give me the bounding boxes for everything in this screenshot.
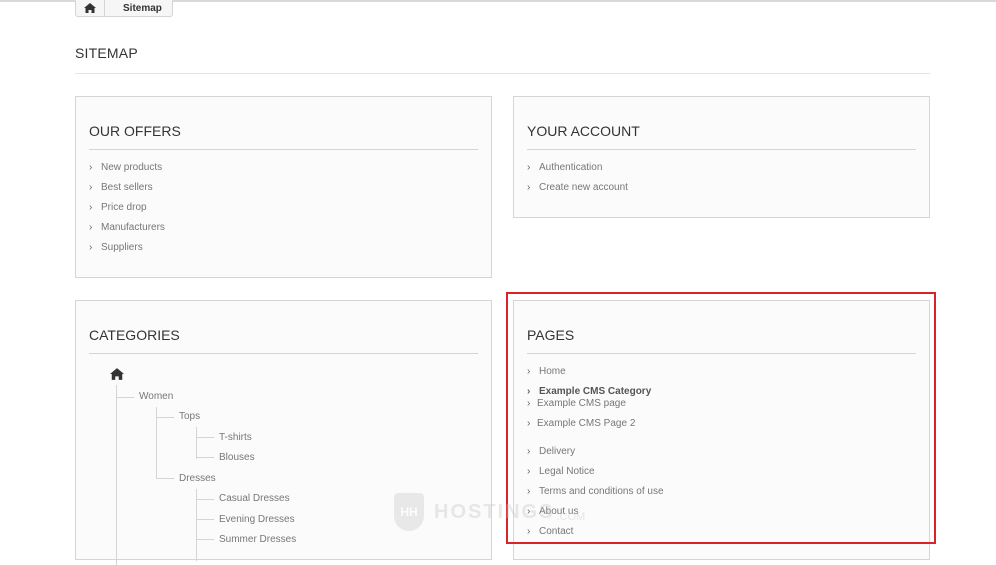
our-offers-box: OUR OFFERS › New products › Best sellers ›… xyxy=(75,96,492,278)
shield-logo-icon: HH xyxy=(394,493,424,531)
divider xyxy=(527,149,916,150)
account-item-create-account[interactable]: › Create new account xyxy=(527,181,628,201)
divider xyxy=(89,149,478,150)
chevron-right-icon: › xyxy=(527,162,531,173)
category-blouses[interactable]: Blouses xyxy=(219,452,255,463)
chevron-right-icon: › xyxy=(89,182,93,193)
chevron-right-icon: › xyxy=(89,202,93,213)
offer-item-suppliers[interactable]: › Suppliers xyxy=(89,241,165,261)
breadcrumb: Sitemap xyxy=(75,0,173,17)
category-evening-dresses[interactable]: Evening Dresses xyxy=(219,514,295,525)
offer-item-new-products[interactable]: › New products xyxy=(89,161,165,181)
category-women[interactable]: Women xyxy=(139,391,173,402)
account-item-authentication[interactable]: › Authentication xyxy=(527,161,628,181)
watermark-brand: HOSTINGS xyxy=(434,500,555,523)
category-casual-dresses[interactable]: Casual Dresses xyxy=(219,493,290,504)
offer-item-price-drop[interactable]: › Price drop xyxy=(89,201,165,221)
tree-line xyxy=(196,519,214,520)
tree-line xyxy=(196,437,214,438)
category-dresses[interactable]: Dresses xyxy=(179,473,216,484)
category-tops[interactable]: Tops xyxy=(179,411,200,422)
tree-line xyxy=(156,478,174,479)
tree-line xyxy=(116,385,117,565)
page-title: SITEMAP xyxy=(75,45,138,61)
tree-line xyxy=(156,417,174,418)
home-icon xyxy=(84,3,96,13)
offer-item-best-sellers[interactable]: › Best sellers xyxy=(89,181,165,201)
chevron-right-icon: › xyxy=(89,242,93,253)
breadcrumb-home-link[interactable] xyxy=(76,0,105,16)
tree-line xyxy=(196,427,197,459)
category-tshirts[interactable]: T-shirts xyxy=(219,432,252,443)
title-divider xyxy=(75,73,930,74)
watermark: HH HOSTINGS .COM xyxy=(394,493,585,531)
chevron-right-icon: › xyxy=(527,182,531,193)
your-account-box: YOUR ACCOUNT › Authentication › Create new… xyxy=(513,96,930,218)
account-list: › Authentication › Create new account xyxy=(527,161,628,201)
offers-list: › New products › Best sellers › Price drop … xyxy=(89,161,165,261)
chevron-right-icon: › xyxy=(89,162,93,173)
offer-item-manufacturers[interactable]: › Manufacturers xyxy=(89,221,165,241)
tree-line xyxy=(196,457,214,458)
tree-line xyxy=(196,539,214,540)
tree-line xyxy=(116,397,134,398)
chevron-right-icon: › xyxy=(89,222,93,233)
breadcrumb-current: Sitemap xyxy=(123,2,162,14)
watermark-domain: .COM xyxy=(556,511,586,523)
home-icon[interactable] xyxy=(110,368,124,380)
tree-line xyxy=(196,499,214,500)
our-offers-title: OUR OFFERS xyxy=(89,123,181,139)
your-account-title: YOUR ACCOUNT xyxy=(527,123,640,139)
category-summer-dresses[interactable]: Summer Dresses xyxy=(219,534,296,545)
